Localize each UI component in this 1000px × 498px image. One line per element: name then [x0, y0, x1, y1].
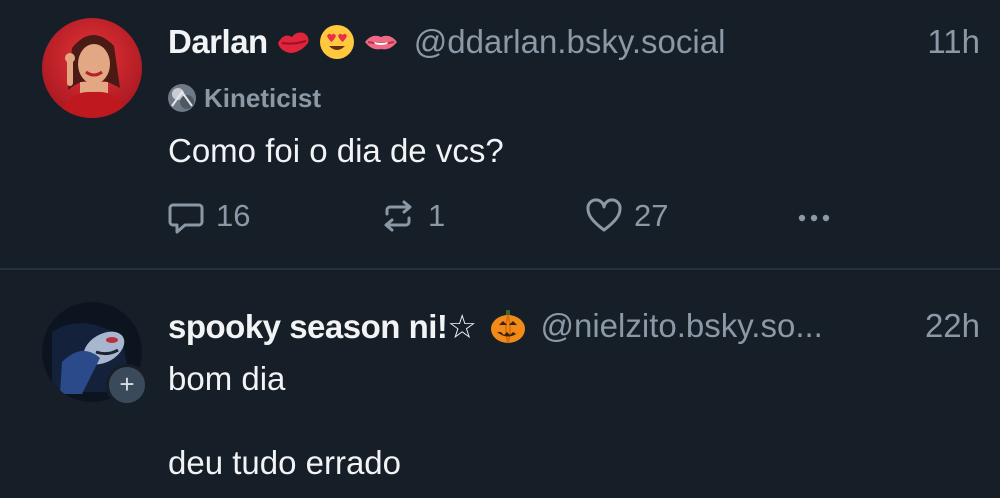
- feed-post[interactable]: + spooky season ni!☆ @nielzito.bsky.so..…: [0, 270, 1000, 498]
- jack-o-lantern-emoji: [489, 307, 527, 345]
- profile-label[interactable]: Kineticist: [168, 80, 321, 116]
- label-name: Kineticist: [204, 82, 322, 113]
- reply-button[interactable]: 16: [166, 192, 250, 240]
- display-name[interactable]: Darlan: [168, 23, 268, 61]
- timestamp[interactable]: 22h: [925, 307, 980, 345]
- avatar[interactable]: [42, 18, 142, 118]
- feed-post[interactable]: Darlan @ddarlan.bsky.social 11h Kinetici…: [0, 0, 1000, 268]
- follow-button[interactable]: +: [106, 364, 148, 406]
- post-actions: 16 1 27: [166, 192, 866, 240]
- reply-count: 16: [216, 198, 251, 233]
- handle[interactable]: @nielzito.bsky.so...: [541, 307, 823, 345]
- post-text: bom dia deu tudo errado: [168, 360, 402, 481]
- heart-eyes-emoji: [318, 23, 356, 61]
- lips-emoji: [274, 23, 312, 61]
- heart-icon: [586, 198, 622, 232]
- repost-icon: [384, 200, 412, 232]
- reply-icon: [168, 203, 204, 234]
- post-header: Darlan @ddarlan.bsky.social 11h: [168, 18, 990, 66]
- display-name[interactable]: spooky season ni!☆: [168, 307, 477, 346]
- repost-button[interactable]: 1: [378, 192, 445, 240]
- timestamp[interactable]: 11h: [927, 23, 980, 61]
- like-count: 27: [634, 198, 669, 233]
- post-header: spooky season ni!☆ @nielzito.bsky.so... …: [168, 302, 990, 350]
- more-icon: [798, 214, 830, 222]
- post-text: Como foi o dia de vcs?: [168, 132, 504, 169]
- more-options-button[interactable]: [794, 192, 834, 240]
- feed: Darlan @ddarlan.bsky.social 11h Kinetici…: [0, 0, 1000, 498]
- label-avatar-icon: [168, 84, 196, 112]
- like-button[interactable]: 27: [584, 192, 668, 240]
- mouth-emoji: [362, 23, 400, 61]
- handle[interactable]: @ddarlan.bsky.social: [414, 23, 726, 61]
- repost-count: 1: [428, 198, 446, 233]
